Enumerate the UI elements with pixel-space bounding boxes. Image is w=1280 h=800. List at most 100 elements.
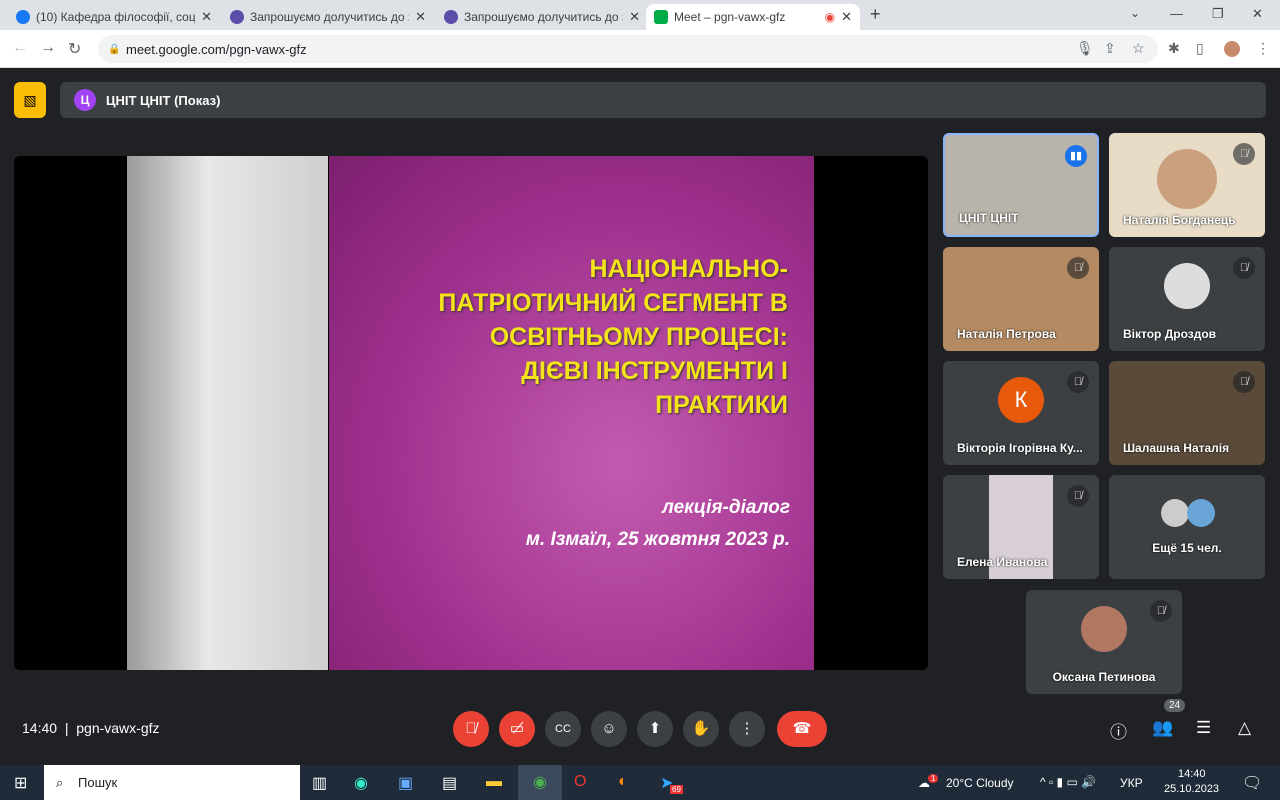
address-bar-row: ← → ↻ 🔒 meet.google.com/pgn-vawx-gfz 🎙 ⇪ … xyxy=(0,30,1280,68)
mic-off-icon: 🎙̸ xyxy=(1233,257,1255,279)
close-window-button[interactable]: ✕ xyxy=(1252,6,1263,22)
camera-background xyxy=(127,156,328,670)
slide-title-line: ПРАКТИКИ xyxy=(655,391,788,419)
presentation-hidden-icon[interactable]: ▧ xyxy=(14,82,46,118)
mic-off-icon: 🎙̸ xyxy=(1150,600,1172,622)
participant-tile[interactable]: ▮▮ ЦНІТ ЦНІТ xyxy=(943,133,1099,237)
close-icon[interactable]: ✕ xyxy=(629,9,640,25)
profile-avatar[interactable] xyxy=(1224,41,1240,57)
menu-icon[interactable]: ⋮ xyxy=(1256,40,1270,57)
tab-strip: (10) Кафедра філософії, соціол ✕ Запрошує… xyxy=(0,0,1280,30)
participant-tile[interactable]: 🎙̸ Віктор Дроздов xyxy=(1109,247,1265,351)
back-icon[interactable]: ← xyxy=(12,39,28,57)
meeting-time: 14:40 xyxy=(22,720,58,736)
present-button[interactable]: ⬆ xyxy=(637,711,673,747)
participant-tile[interactable]: К 🎙̸ Вікторія Ігорівна Ку... xyxy=(943,361,1099,465)
taskbar-search[interactable]: ⌕ Пошук xyxy=(44,765,300,800)
restore-button[interactable]: ❐ xyxy=(1212,6,1224,22)
edge-icon[interactable]: ◉ xyxy=(354,773,368,793)
share-icon[interactable]: ⇪ xyxy=(1104,40,1116,57)
chrome-icon[interactable]: ◉ xyxy=(518,765,562,800)
mic-icon[interactable]: 🎙 xyxy=(1076,40,1094,57)
participant-tile[interactable]: 🎙̸ Наталія Богданець xyxy=(1109,133,1265,237)
mic-toggle-button[interactable]: 🎙̸ xyxy=(453,711,489,747)
search-icon: ⌕ xyxy=(56,775,64,790)
tab-title: Запрошуємо долучитись до за xyxy=(250,10,410,24)
recording-icon: ◉ xyxy=(824,10,836,24)
notifications-icon[interactable]: 🗨 xyxy=(1242,773,1262,793)
extensions-icon[interactable]: ✱ xyxy=(1168,40,1180,57)
slide-title: НАЦІОНАЛЬНО- ПАТРІОТИЧНИЙ СЕГМЕНТ В ОСВІ… xyxy=(348,252,788,422)
close-icon[interactable]: ✕ xyxy=(841,9,852,25)
clock-date[interactable]: 25.10.2023 xyxy=(1164,783,1219,795)
task-view-icon[interactable]: ▥ xyxy=(312,773,327,793)
tab-invite-2[interactable]: Запрошуємо долучитись до за ✕ xyxy=(436,4,648,30)
slide-subtitle: лекція-діалог xyxy=(662,497,790,518)
opera-icon[interactable]: O xyxy=(574,773,586,791)
telegram-badge: 69 xyxy=(670,785,683,794)
participant-name: Елена Иванова xyxy=(957,555,1048,569)
raise-hand-button[interactable]: ✋ xyxy=(683,711,719,747)
file-explorer-icon[interactable]: ▬ xyxy=(486,773,502,791)
mic-off-icon: 🎙̸ xyxy=(1233,143,1255,165)
mic-off-icon: 🎙̸ xyxy=(1067,257,1089,279)
language-indicator[interactable]: УКР xyxy=(1120,776,1143,790)
new-tab-button[interactable]: + xyxy=(870,4,881,25)
clock-time[interactable]: 14:40 xyxy=(1178,768,1206,780)
site-icon xyxy=(230,10,244,24)
meeting-code: pgn-vawx-gfz xyxy=(76,720,160,736)
avatar xyxy=(1164,263,1210,309)
participant-name: Ещё 15 чел. xyxy=(1152,541,1222,555)
participant-name: Вікторія Ігорівна Ку... xyxy=(957,441,1083,455)
search-placeholder: Пошук xyxy=(78,775,118,790)
lock-icon: 🔒 xyxy=(108,43,121,55)
app-icon[interactable]: ▣ xyxy=(398,773,413,793)
camera-toggle-button[interactable]: ▭̸ xyxy=(499,711,535,747)
participant-tile[interactable]: 🎙̸ Оксана Петинова xyxy=(1026,590,1182,694)
slide-title-line: НАЦІОНАЛЬНО- xyxy=(589,255,788,283)
tray-icons[interactable]: ^ ▫ ▮ ▭ 🔊 xyxy=(1040,775,1096,789)
avatar xyxy=(1081,606,1127,652)
firefox-icon[interactable]: ◐ xyxy=(618,773,628,791)
presentation-stage: НАЦІОНАЛЬНО- ПАТРІОТИЧНИЙ СЕГМЕНТ В ОСВІ… xyxy=(14,156,928,670)
presenter-avatar: Ц xyxy=(74,89,96,111)
mic-off-icon: 🎙̸ xyxy=(1067,371,1089,393)
leave-call-button[interactable]: ☎ xyxy=(777,711,827,747)
close-icon[interactable]: ✕ xyxy=(415,9,426,25)
tab-invite-1[interactable]: Запрошуємо долучитись до за ✕ xyxy=(222,4,434,30)
tab-facebook[interactable]: (10) Кафедра філософії, соціол ✕ xyxy=(8,4,220,30)
info-icon[interactable]: ⓘ xyxy=(1110,718,1127,743)
meeting-info: 14:40 | pgn-vawx-gfz xyxy=(22,720,160,736)
side-panel-icon[interactable]: ▯ xyxy=(1196,40,1204,57)
people-icon[interactable]: 👥 xyxy=(1152,718,1173,738)
chat-icon[interactable]: ☰ xyxy=(1196,718,1211,738)
presenter-bar: Ц ЦНІТ ЦНІТ (Показ) xyxy=(60,82,1266,118)
more-options-button[interactable]: ⋮ xyxy=(729,711,765,747)
minimize-button[interactable]: — xyxy=(1170,6,1183,21)
participant-tile[interactable]: 🎙̸ Елена Иванова xyxy=(943,475,1099,579)
tab-search-icon[interactable]: ⌄ xyxy=(1130,6,1140,20)
emoji-button[interactable]: ☺ xyxy=(591,711,627,747)
close-icon[interactable]: ✕ xyxy=(201,9,212,25)
participant-name: Віктор Дроздов xyxy=(1123,327,1217,341)
mic-off-icon: 🎙̸ xyxy=(1233,371,1255,393)
activities-icon[interactable]: △ xyxy=(1238,718,1251,738)
forward-icon[interactable]: → xyxy=(40,39,56,57)
weather-text[interactable]: 20°C Cloudy xyxy=(946,776,1014,790)
bookmark-star-icon[interactable]: ☆ xyxy=(1132,40,1145,57)
avatar xyxy=(1161,499,1189,527)
participant-video xyxy=(1157,149,1217,209)
tab-meet[interactable]: Meet – pgn-vawx-gfz ◉ ✕ xyxy=(646,4,860,30)
reload-icon[interactable]: ↻ xyxy=(68,39,81,59)
mic-off-icon: 🎙̸ xyxy=(1067,485,1089,507)
participant-tile[interactable]: 🎙̸ Шалашна Наталія xyxy=(1109,361,1265,465)
windows-start-icon[interactable]: ⊞ xyxy=(14,773,27,793)
captions-button[interactable]: CC xyxy=(545,711,581,747)
participant-name: Наталія Петрова xyxy=(957,327,1056,341)
slide-place-date: м. Ізмаїл, 25 жовтня 2023 р. xyxy=(525,529,790,550)
more-participants-tile[interactable]: Ещё 15 чел. xyxy=(1109,475,1265,579)
cloud-icon: ☁ xyxy=(918,776,930,790)
url-input[interactable]: 🔒 meet.google.com/pgn-vawx-gfz xyxy=(98,35,1158,63)
participant-tile[interactable]: 🎙̸ Наталія Петрова xyxy=(943,247,1099,351)
app-icon[interactable]: ▤ xyxy=(442,773,457,793)
